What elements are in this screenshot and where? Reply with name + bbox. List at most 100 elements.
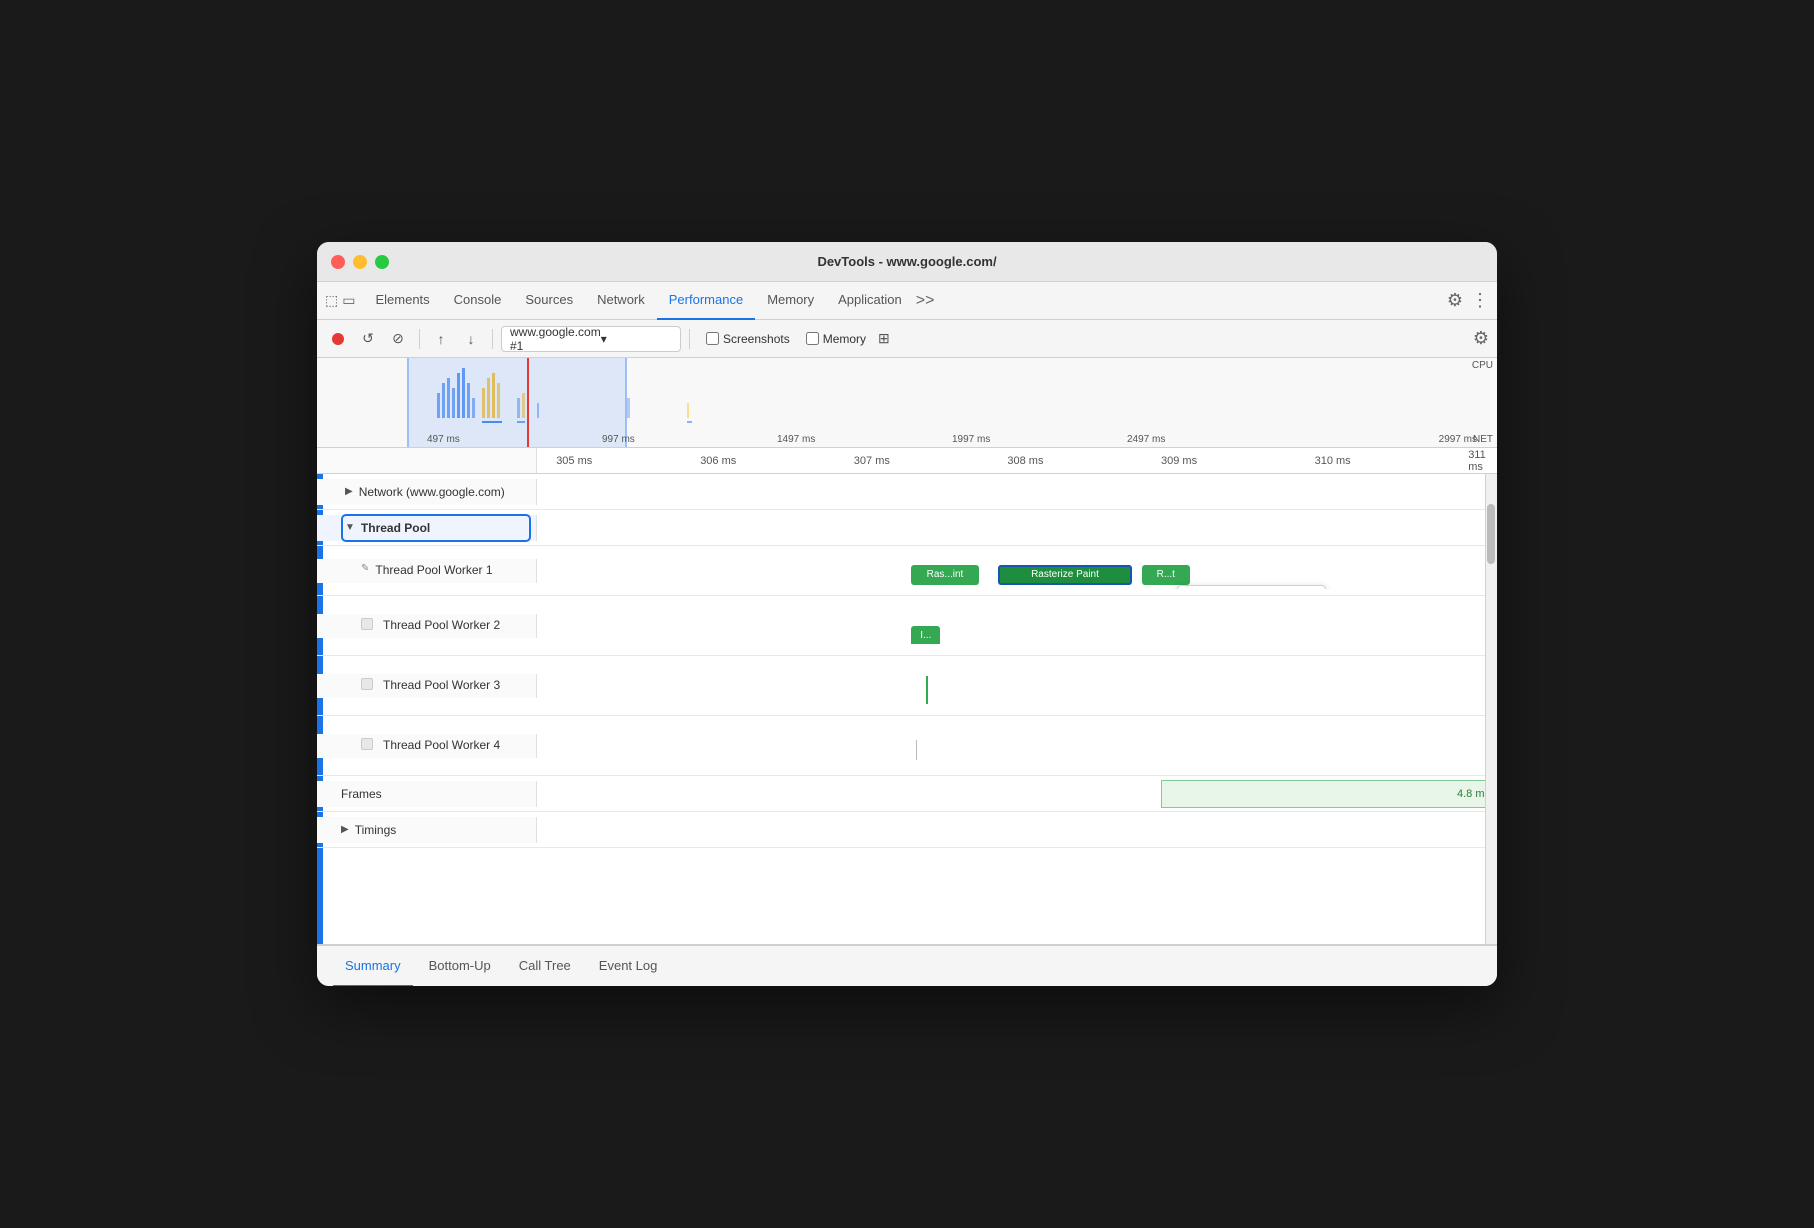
worker2-content[interactable]: I... [537,608,1497,644]
devtools-tab-bar: ⬚ ▭ Elements Console Sources Network Per… [317,282,1497,320]
thread-pool-label-text: Thread Pool [361,521,430,535]
devtools-window: DevTools - www.google.com/ ⬚ ▭ Elements … [317,242,1497,986]
devtools-settings: ⚙ ⋮ [1447,290,1489,311]
worker3-track-row: Thread Pool Worker 3 [317,656,1497,716]
thread-pool-track-content [537,510,1497,546]
tab-network[interactable]: Network [585,282,657,320]
timeline-overview[interactable]: CPU NET 497 ms 997 ms 1497 ms 1997 ms 24… [317,358,1497,448]
tab-console[interactable]: Console [442,282,514,320]
cpu-label: CPU [1472,360,1493,371]
dropdown-icon: ▾ [601,332,672,346]
worker4-label-text: Thread Pool Worker 4 [383,738,500,752]
timings-chevron[interactable]: ▶ [341,824,349,835]
bottom-tab-bar: Summary Bottom-Up Call Tree Event Log [317,944,1497,986]
tab-memory[interactable]: Memory [755,282,826,320]
tab-elements[interactable]: Elements [363,282,441,320]
download-button[interactable]: ↓ [458,326,484,352]
thread-pool-track-row: ▼ Thread Pool [317,510,1497,546]
tab-summary[interactable]: Summary [333,945,413,986]
ms-label-4: 2497 ms [1127,434,1302,445]
timings-label-text: Timings [355,823,397,837]
worker1-label-text: Thread Pool Worker 1 [375,563,492,577]
scrollbar-thumb[interactable] [1487,504,1495,564]
worker2-label: Thread Pool Worker 2 [317,614,537,638]
detail-ms-5: 310 ms [1315,455,1351,467]
reload-button[interactable]: ↺ [355,326,381,352]
timings-track-row: ▶ Timings [317,812,1497,848]
ms-label-3: 1997 ms [952,434,1127,445]
network-track-row: ▶ Network (www.google.com) [317,474,1497,510]
detail-ms-3: 308 ms [1007,455,1043,467]
minimize-button[interactable] [353,255,367,269]
screenshots-checkbox[interactable] [706,332,719,345]
frames-track-row: Frames 4.8 ms [317,776,1497,812]
worker1-event-0[interactable]: Ras...int [911,565,978,585]
worker3-content[interactable] [537,668,1497,704]
worker3-tiny-event [926,676,928,704]
overview-ms-labels: 497 ms 997 ms 1497 ms 1997 ms 2497 ms 29… [317,434,1497,445]
network-chevron[interactable]: ▶ [345,486,353,497]
clear-button[interactable]: ⊘ [385,326,411,352]
worker1-event-2[interactable]: R...t [1142,565,1190,585]
ms-label-2: 1497 ms [777,434,952,445]
close-button[interactable] [331,255,345,269]
window-title: DevTools - www.google.com/ [817,254,996,269]
toolbar-settings-icon[interactable]: ⚙ [1473,328,1489,348]
separator [419,329,420,349]
worker3-icon [361,678,373,690]
worker4-tiny-event [916,740,917,760]
settings-icon[interactable]: ⚙ [1447,290,1463,311]
cursor-icon[interactable]: ⬚ [325,292,338,309]
record-button[interactable] [325,326,351,352]
track-area[interactable]: ▶ Network (www.google.com) ▼ Thread Pool… [317,474,1497,944]
separator3 [689,329,690,349]
tab-event-log[interactable]: Event Log [587,945,670,986]
memory-checkbox-group[interactable]: Memory [806,332,866,346]
tab-application[interactable]: Application [826,282,914,320]
worker2-event-0[interactable]: I... [911,626,940,644]
screenshots-checkbox-group[interactable]: Screenshots [706,332,790,346]
detail-ms-4: 309 ms [1161,455,1197,467]
worker1-pen-icon: ✎ [361,563,369,574]
memory-label: Memory [823,332,866,346]
rasterize-tooltip: 1.11 ms Rasterize Paint [1177,585,1326,589]
maximize-button[interactable] [375,255,389,269]
detail-ms-6: 311 ms [1468,449,1497,473]
separator2 [492,329,493,349]
detail-ms-0: 305 ms [556,455,592,467]
tab-performance[interactable]: Performance [657,282,755,320]
worker3-label-text: Thread Pool Worker 3 [383,678,500,692]
worker1-track-row: ✎ Thread Pool Worker 1 Ras...int Rasteri… [317,546,1497,596]
url-value: www.google.com #1 [510,325,601,353]
thread-pool-track-label[interactable]: ▼ Thread Pool [317,515,537,541]
worker4-icon [361,738,373,750]
ms-label-5: 2997 ms [1302,434,1497,445]
worker3-label: Thread Pool Worker 3 [317,674,537,698]
upload-button[interactable]: ↑ [428,326,454,352]
worker2-label-text: Thread Pool Worker 2 [383,618,500,632]
detail-ms-1: 306 ms [700,455,736,467]
tab-sources[interactable]: Sources [513,282,585,320]
frames-label: Frames [317,781,537,807]
timings-label[interactable]: ▶ Timings [317,817,537,843]
more-options-icon[interactable]: ⋮ [1471,290,1489,311]
frames-bar: 4.8 ms [1161,780,1497,808]
device-icon[interactable]: ▭ [342,292,355,309]
worker4-content[interactable] [537,728,1497,764]
tab-bottom-up[interactable]: Bottom-Up [417,945,503,986]
worker2-track-row: Thread Pool Worker 2 I... [317,596,1497,656]
frames-content[interactable]: 4.8 ms [537,776,1497,812]
tab-call-tree[interactable]: Call Tree [507,945,583,986]
detail-ms-2: 307 ms [854,455,890,467]
vertical-scrollbar[interactable] [1485,474,1497,944]
ms-label-1: 997 ms [602,434,777,445]
capture-settings-icon[interactable]: ⊞ [878,330,890,347]
thread-pool-chevron[interactable]: ▼ [345,522,355,533]
network-track-label[interactable]: ▶ Network (www.google.com) [317,479,537,505]
worker1-event-1[interactable]: Rasterize Paint [998,565,1132,585]
worker1-content[interactable]: Ras...int Rasterize Paint R...t 1.11 ms … [537,553,1497,589]
more-tabs-button[interactable]: >> [916,292,935,310]
target-select[interactable]: www.google.com #1 ▾ [501,326,681,352]
memory-checkbox[interactable] [806,332,819,345]
detail-ms-row: 305 ms 306 ms 307 ms 308 ms 309 ms 310 m… [317,448,1497,474]
